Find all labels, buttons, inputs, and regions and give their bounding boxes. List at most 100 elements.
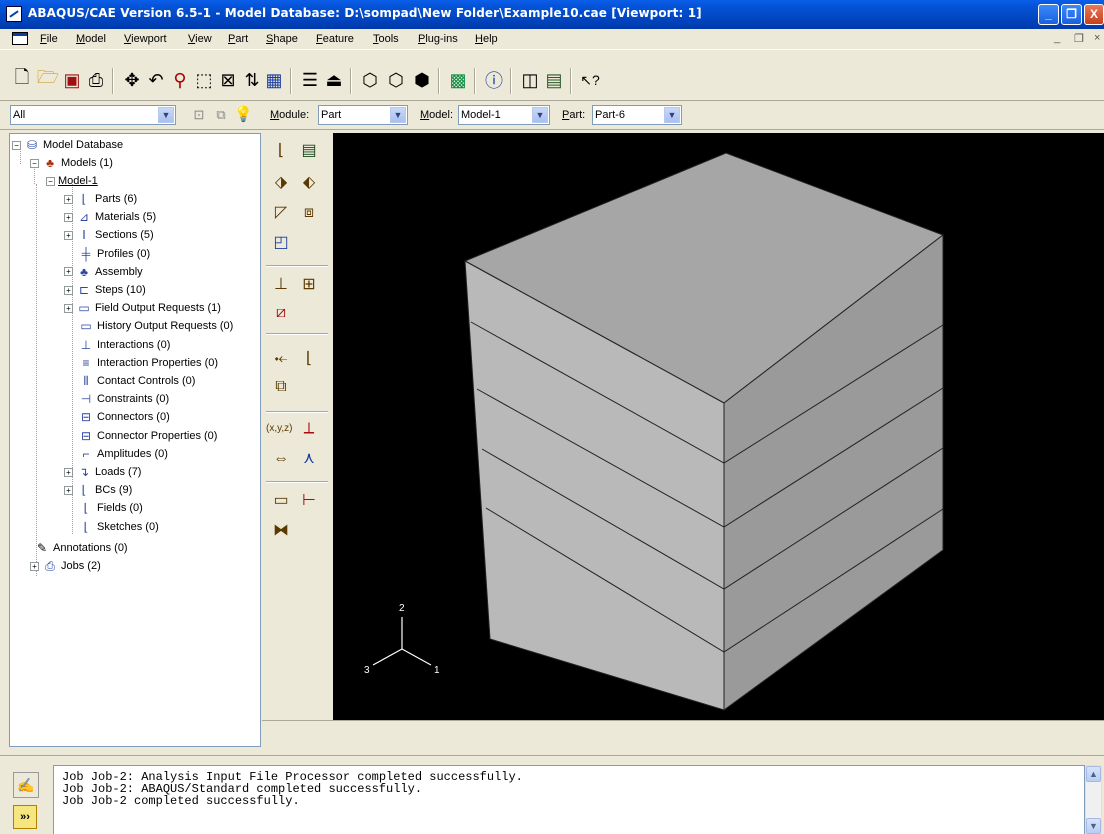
tree-node-sketches[interactable]: ⌊ Sketches (0) [78, 518, 159, 536]
scroll-down-icon[interactable]: ▼ [1086, 818, 1101, 834]
transform-icon[interactable]: ⇔ [268, 447, 294, 471]
part-select[interactable]: Part-6 ▼ [592, 105, 682, 125]
menu-feature[interactable]: Feature [316, 33, 354, 45]
message-scrollbar[interactable]: ▲ ▼ [1085, 765, 1102, 834]
partition-face-icon[interactable]: ⊞ [296, 273, 322, 297]
filter-select[interactable]: All ▼ [10, 105, 176, 125]
tree-node-sections[interactable]: + Ⅰ Sections (5) [64, 226, 154, 244]
expand-icon[interactable]: + [64, 303, 73, 313]
menu-view[interactable]: View [188, 33, 212, 45]
tree-node-parts[interactable]: + ⌊ Parts (6) [64, 190, 137, 208]
tree-node-fields[interactable]: ⌊ Fields (0) [78, 499, 143, 517]
create-cut-icon[interactable]: ◸ [268, 201, 294, 225]
expand-icon[interactable]: + [64, 467, 73, 477]
tree-node-annotations[interactable]: ✎ Annotations (0) [34, 539, 128, 557]
viewport-canvas[interactable]: 2 1 3 [333, 133, 1104, 720]
tree-node-bcs[interactable]: + ⌊ BCs (9) [64, 481, 132, 499]
menu-shape[interactable]: Shape [266, 33, 298, 45]
box-zoom-icon[interactable]: ⬚ [192, 68, 216, 92]
tree-node-loads[interactable]: + ↴ Loads (7) [64, 463, 141, 481]
model-select[interactable]: Model-1 ▼ [458, 105, 550, 125]
hidden-iso-icon[interactable]: ⬡ [384, 68, 408, 92]
datum-plane-icon[interactable]: ⧉ [268, 375, 294, 399]
mdi-minimize-button[interactable]: _ [1054, 32, 1060, 44]
partition-edge-icon[interactable]: ⧄ [268, 301, 294, 325]
magnify-icon[interactable]: ⚲ [168, 68, 192, 92]
tree-node-models[interactable]: − ♣ Models (1) [30, 154, 113, 172]
measure-icon[interactable]: ⊢ [296, 489, 322, 513]
new-file-icon[interactable]: 🗋 [10, 67, 34, 92]
collapse-icon[interactable]: − [12, 140, 21, 150]
pan-icon[interactable]: ✥ [120, 68, 144, 92]
module-select[interactable]: Part ▼ [318, 105, 408, 125]
tree-expand-icon[interactable]: ⧉ [212, 106, 230, 124]
viewport-layout-icon[interactable]: ◫ [518, 68, 542, 92]
auto-fit-icon[interactable]: ⊠ [216, 68, 240, 92]
tree-node-steps[interactable]: + ⊏ Steps (10) [64, 281, 146, 299]
expand-icon[interactable]: + [30, 561, 39, 571]
menu-model[interactable]: Model [76, 33, 106, 45]
stitch-icon[interactable]: ⧓ [268, 519, 294, 543]
expand-icon[interactable]: + [64, 285, 73, 295]
tree-node-amplitudes[interactable]: ⌐ Amplitudes (0) [78, 445, 167, 463]
expand-icon[interactable]: + [64, 485, 73, 495]
tree-node-jobs[interactable]: + ⎙ Jobs (2) [30, 557, 101, 575]
open-file-icon[interactable]: 🗁 [36, 67, 60, 92]
expand-icon[interactable]: + [64, 230, 73, 240]
collapse-icon[interactable]: − [46, 176, 55, 186]
table-icon[interactable]: ▦ [262, 68, 286, 92]
mdi-close-button[interactable]: × [1094, 32, 1100, 44]
highlight-bulb-icon[interactable]: 💡 [234, 106, 253, 124]
minimize-button[interactable]: _ [1038, 4, 1059, 25]
datum-axis-icon[interactable]: ⌊ [296, 347, 322, 371]
tree-filter-icon[interactable]: ⊡ [190, 106, 208, 124]
shaded-iso-icon[interactable]: ⬢ [410, 68, 434, 92]
tree-node-assembly[interactable]: + ♣ Assembly [64, 263, 143, 281]
restore-button[interactable]: ❐ [1061, 4, 1082, 25]
print-icon[interactable]: ⎙ [84, 68, 108, 92]
menu-viewport[interactable]: Viewport [124, 33, 167, 45]
expand-icon[interactable]: + [64, 267, 73, 277]
menu-part[interactable]: Part [228, 33, 248, 45]
create-solid-extrude-icon[interactable]: ⬗ [268, 171, 294, 195]
expand-icon[interactable]: + [64, 194, 73, 204]
message-area-icon[interactable]: ✍ [13, 772, 39, 798]
close-button[interactable]: X [1084, 4, 1104, 25]
menu-plug-ins[interactable]: Plug-ins [418, 33, 458, 45]
tree-node-connector-properties[interactable]: ⊟ Connector Properties (0) [78, 427, 217, 445]
coordinate-icon[interactable]: (x,y,z) [266, 417, 292, 441]
wireframe-iso-icon[interactable]: ⬡ [358, 68, 382, 92]
hidden-lines-icon[interactable]: ⏏ [322, 68, 346, 92]
mdi-restore-button[interactable]: ❐ [1074, 32, 1084, 45]
tree-node-interactions[interactable]: ⊥ Interactions (0) [78, 336, 171, 354]
tree-node-constraints[interactable]: ⊣ Constraints (0) [78, 390, 169, 408]
tree-node-connectors[interactable]: ⊟ Connectors (0) [78, 408, 170, 426]
info-icon[interactable]: ⓘ [482, 68, 506, 92]
tree-node-profiles[interactable]: ╪ Profiles (0) [78, 245, 150, 263]
csys-icon[interactable]: ⟂ [296, 417, 322, 441]
create-round-icon[interactable]: ◰ [268, 231, 294, 255]
create-cut-extrude-icon[interactable]: ⧈ [296, 201, 322, 225]
collapse-icon[interactable]: − [30, 158, 39, 168]
menu-file[interactable]: File [40, 33, 58, 45]
create-part-icon[interactable]: ⌊ [268, 139, 294, 163]
query-icon[interactable]: ↖? [578, 68, 602, 92]
tree-node-history-output-requests[interactable]: ▭ History Output Requests (0) [78, 317, 233, 335]
datum-csys-icon[interactable]: ⋏ [296, 447, 322, 471]
tree-node-model-database[interactable]: − ⛁ Model Database [12, 136, 123, 154]
viewport-window-icon[interactable]: ▤ [542, 68, 566, 92]
save-icon[interactable]: ▣ [60, 68, 84, 92]
cycle-views-icon[interactable]: ⇅ [240, 68, 264, 92]
command-line-toggle-button[interactable]: »› [13, 805, 37, 829]
render-style-icon[interactable]: ☰ [298, 68, 322, 92]
create-shell-icon[interactable]: ⬖ [296, 171, 322, 195]
part-manager-icon[interactable]: ▤ [296, 139, 322, 163]
tree-node-interaction-properties[interactable]: ≡ Interaction Properties (0) [78, 354, 218, 372]
repair-icon[interactable]: ▭ [268, 489, 294, 513]
menu-tools[interactable]: Tools [373, 33, 399, 45]
tree-node-model-1[interactable]: − Model-1 [46, 172, 98, 190]
tree-node-materials[interactable]: + ⊿ Materials (5) [64, 208, 156, 226]
partition-cell-icon[interactable]: ⊥ [268, 273, 294, 297]
document-window-icon[interactable] [12, 32, 28, 45]
expand-icon[interactable]: + [64, 212, 73, 222]
